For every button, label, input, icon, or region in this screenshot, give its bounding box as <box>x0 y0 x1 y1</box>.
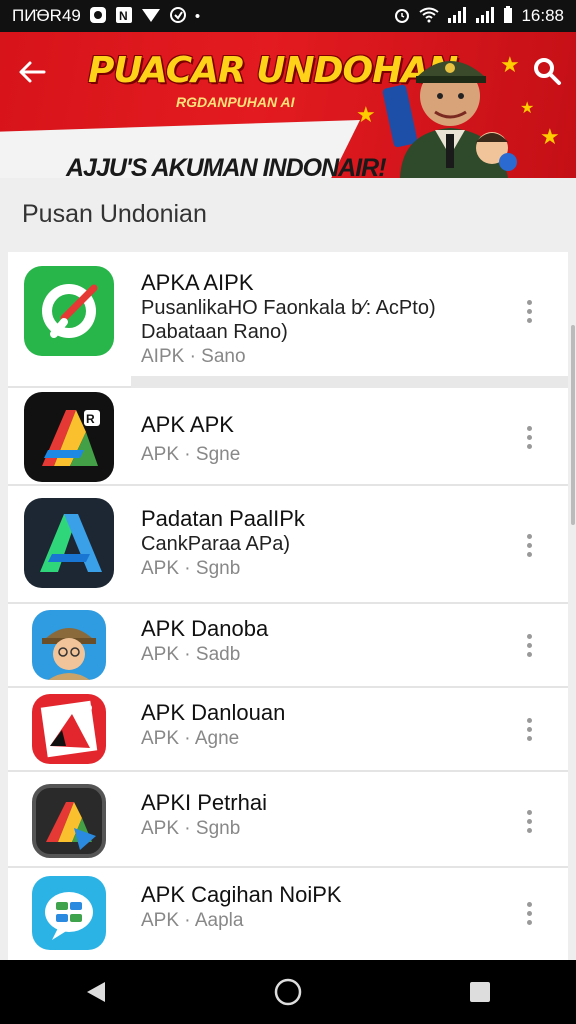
status-time: 16:88 <box>521 6 564 25</box>
status-bar: ПИ̇ӨR49 N • 16:88 <box>0 0 576 32</box>
wifi-icon <box>419 7 440 26</box>
app-meta: APK · Sadb <box>141 644 241 665</box>
app-name: APK APK <box>141 412 234 437</box>
dot-icon: • <box>194 7 201 25</box>
list-item[interactable]: R APK APK APK · Sgne <box>8 388 568 486</box>
status-left-text: ПИ̇ӨR49 <box>12 6 81 25</box>
navy-a-icon <box>24 498 114 588</box>
search-icon[interactable] <box>530 54 564 88</box>
list-item[interactable]: APKI Petrhai APK · Sgnb <box>8 772 568 868</box>
more-options-icon[interactable] <box>518 714 540 744</box>
app-meta: APK · Aapla <box>141 910 244 931</box>
banner-slogan: AJJU'S AKUMAN INDONAIR! <box>66 154 387 178</box>
list-item[interactable]: Padatan PaalIPk CankParaa APa) APK · Sgn… <box>8 486 568 604</box>
app-meta: AIPK · Sano <box>141 346 246 367</box>
svg-text:N: N <box>119 9 128 23</box>
back-nav-icon[interactable] <box>66 967 126 1017</box>
app-text: APK APK APK · Sgne <box>141 412 240 468</box>
sync-icon <box>169 6 187 27</box>
more-options-icon[interactable] <box>518 898 540 928</box>
app-meta: APK · Sgne <box>141 444 241 465</box>
app-text: APK Danoba APK · Sadb <box>141 616 268 668</box>
svg-text:R: R <box>86 412 95 426</box>
star-icon: ★ <box>356 102 376 127</box>
location-icon <box>141 7 161 26</box>
green-chat-icon <box>24 266 114 356</box>
more-options-icon[interactable] <box>518 806 540 836</box>
app-name: APK Danoba <box>141 616 269 641</box>
app-name: APK Cagihan NoiPK <box>141 882 342 907</box>
red-document-icon <box>32 694 106 764</box>
star-icon: ★ <box>540 124 560 149</box>
app-name: APKA AIPK <box>141 270 254 295</box>
signal-icon <box>447 6 467 26</box>
back-arrow-icon[interactable] <box>14 54 50 90</box>
app-meta: APK · Sgnb <box>141 558 241 579</box>
section-title: Pusan Undonian <box>22 200 207 228</box>
chat-bubble-icon <box>32 876 106 950</box>
alarm-icon <box>393 6 411 27</box>
explorer-avatar-icon <box>32 610 106 680</box>
system-nav-bar <box>0 960 576 1024</box>
more-options-icon[interactable] <box>518 630 540 660</box>
colorful-a-icon: R <box>24 392 114 482</box>
app-text: APKA AIPK PusanlikaHO Faonkala b⁄: AcPto… <box>141 270 441 370</box>
app-meta: APK · Sgnb <box>141 818 241 839</box>
signal-secondary-icon <box>475 6 495 26</box>
app-description: CankParaa APa) <box>141 533 290 555</box>
app-notification-icon <box>89 6 107 27</box>
banner-subtitle: RGDANPUHAN AI <box>176 94 295 110</box>
app-meta: APK · Agne <box>141 728 240 749</box>
news-icon: N <box>115 6 133 27</box>
app-name: Padatan PaalIPk <box>141 506 305 531</box>
divider <box>131 376 568 388</box>
black-triangle-icon <box>32 784 106 858</box>
scrollbar[interactable] <box>571 325 575 525</box>
list-item[interactable]: APK Danoba APK · Sadb <box>8 604 568 688</box>
app-text: APKI Petrhai APK · Sgnb <box>141 790 267 842</box>
home-nav-icon[interactable] <box>258 967 318 1017</box>
app-text: APK Danlouan APK · Agne <box>141 700 285 752</box>
app-name: APK Danlouan <box>141 700 286 725</box>
promo-banner: ★ ★ ★ ★ PUACAR UNDOHAN RGDANPUHAN AI AJJ… <box>0 32 576 178</box>
app-name: APKI Petrhai <box>141 790 267 815</box>
list-item[interactable]: APK Danlouan APK · Agne <box>8 688 568 772</box>
app-text: Padatan PaalIPk CankParaa APa) APK · Sgn… <box>141 506 305 582</box>
app-description: PusanlikaHO Faonkala b⁄: AcPto) Dabataan… <box>141 297 436 343</box>
more-options-icon[interactable] <box>518 296 540 326</box>
recents-nav-icon[interactable] <box>450 967 510 1017</box>
more-options-icon[interactable] <box>518 422 540 452</box>
officer-illustration <box>382 61 517 178</box>
app-list: APKA AIPK PusanlikaHO Faonkala b⁄: AcPto… <box>8 252 568 960</box>
list-item[interactable]: APKA AIPK PusanlikaHO Faonkala b⁄: AcPto… <box>8 252 568 388</box>
list-item[interactable]: APK Cagihan NoiPK APK · Aapla <box>8 868 568 960</box>
battery-icon <box>503 5 513 27</box>
more-options-icon[interactable] <box>518 530 540 560</box>
app-text: APK Cagihan NoiPK APK · Aapla <box>141 882 342 934</box>
